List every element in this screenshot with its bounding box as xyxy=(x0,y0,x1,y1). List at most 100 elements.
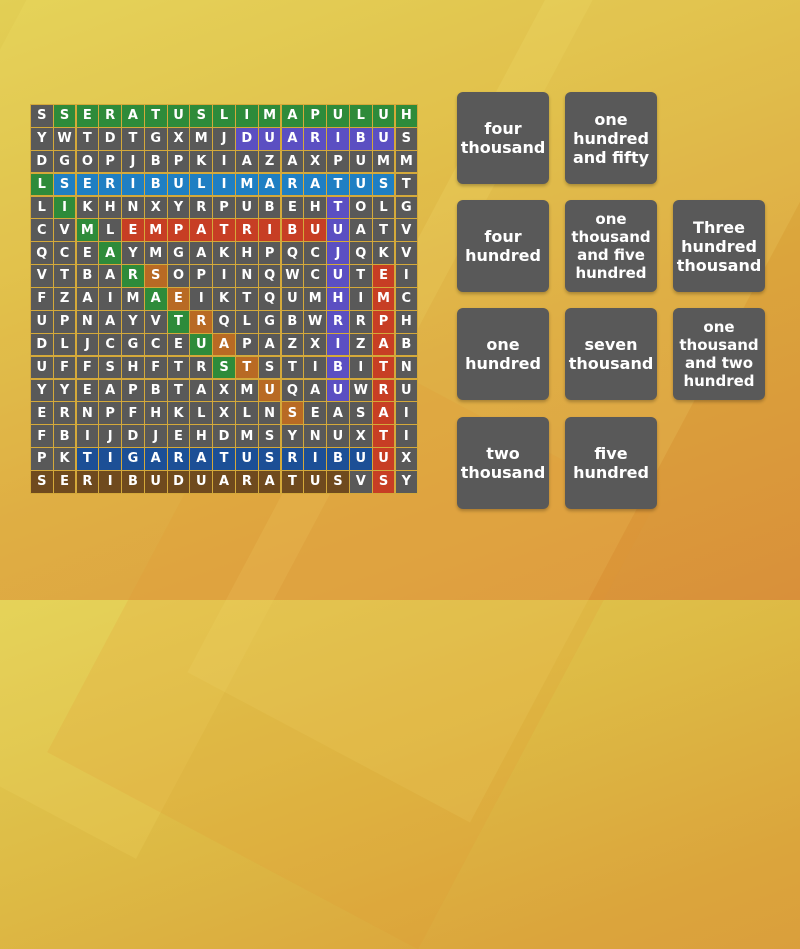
grid-cell[interactable]: T xyxy=(372,425,395,447)
grid-cell[interactable]: P xyxy=(99,150,121,173)
grid-cell[interactable]: M xyxy=(236,425,258,447)
grid-cell[interactable]: U xyxy=(304,219,326,242)
grid-cell[interactable]: T xyxy=(167,379,190,402)
grid-cell[interactable]: P xyxy=(122,379,144,402)
grid-cell[interactable]: R xyxy=(236,219,258,242)
grid-cell[interactable]: U xyxy=(327,105,349,127)
grid-cell[interactable]: R xyxy=(281,173,304,196)
grid-cell[interactable]: P xyxy=(304,105,326,127)
grid-cell[interactable]: A xyxy=(304,379,326,402)
grid-cell[interactable]: N xyxy=(76,402,99,425)
grid-cell[interactable]: T xyxy=(167,356,190,379)
grid-cell[interactable]: H xyxy=(395,105,418,127)
grid-cell[interactable]: W xyxy=(304,310,326,333)
grid-cell[interactable]: A xyxy=(76,288,99,310)
grid-cell[interactable]: E xyxy=(53,471,76,493)
grid-cell[interactable]: E xyxy=(76,105,99,127)
grid-cell[interactable]: M xyxy=(144,219,167,242)
grid-cell[interactable]: B xyxy=(53,425,76,447)
grid-cell[interactable]: G xyxy=(144,127,167,150)
grid-cell[interactable]: E xyxy=(76,242,99,264)
grid-cell[interactable]: W xyxy=(349,379,372,402)
grid-cell[interactable]: L xyxy=(349,105,372,127)
grid-cell[interactable]: E xyxy=(122,219,144,242)
grid-cell[interactable]: R xyxy=(327,310,349,333)
grid-cell[interactable]: U xyxy=(327,425,349,447)
grid-cell[interactable]: R xyxy=(236,471,258,493)
grid-cell[interactable]: T xyxy=(327,173,349,196)
grid-cell[interactable]: U xyxy=(349,150,372,173)
grid-cell[interactable]: F xyxy=(31,288,53,310)
grid-cell[interactable]: V xyxy=(31,265,53,287)
grid-cell[interactable]: D xyxy=(236,127,258,150)
grid-cell[interactable]: I xyxy=(213,150,235,173)
grid-cell[interactable]: K xyxy=(190,150,213,173)
grid-cell[interactable]: T xyxy=(236,356,258,379)
grid-cell[interactable]: S xyxy=(258,356,281,379)
grid-cell[interactable]: S xyxy=(213,356,235,379)
grid-cell[interactable]: S xyxy=(53,173,76,196)
grid-cell[interactable]: I xyxy=(327,127,349,150)
grid-cell[interactable]: B xyxy=(258,196,281,219)
grid-cell[interactable]: N xyxy=(304,425,326,447)
grid-cell[interactable]: D xyxy=(31,333,53,356)
grid-cell[interactable]: X xyxy=(213,379,235,402)
grid-cell[interactable]: K xyxy=(167,402,190,425)
grid-cell[interactable]: A xyxy=(99,265,121,287)
grid-cell[interactable]: S xyxy=(31,471,53,493)
grid-cell[interactable]: T xyxy=(167,310,190,333)
grid-cell[interactable]: T xyxy=(327,196,349,219)
grid-cell[interactable]: U xyxy=(372,105,395,127)
grid-cell[interactable]: Q xyxy=(281,379,304,402)
grid-cell[interactable]: J xyxy=(213,127,235,150)
grid-cell[interactable]: H xyxy=(236,242,258,264)
grid-cell[interactable]: P xyxy=(327,150,349,173)
grid-cell[interactable]: S xyxy=(281,402,304,425)
grid-cell[interactable]: R xyxy=(372,379,395,402)
grid-cell[interactable]: B xyxy=(76,265,99,287)
grid-cell[interactable]: U xyxy=(372,127,395,150)
grid-cell[interactable]: U xyxy=(395,379,418,402)
grid-cell[interactable]: U xyxy=(236,448,258,470)
grid-cell[interactable]: R xyxy=(281,448,304,470)
grid-cell[interactable]: A xyxy=(99,242,121,264)
grid-cell[interactable]: C xyxy=(304,265,326,287)
grid-cell[interactable]: I xyxy=(213,173,235,196)
grid-cell[interactable]: Q xyxy=(349,242,372,264)
grid-cell[interactable]: M xyxy=(236,173,258,196)
grid-cell[interactable]: P xyxy=(372,310,395,333)
grid-cell[interactable]: Q xyxy=(31,242,53,264)
grid-cell[interactable]: X xyxy=(395,448,418,470)
grid-cell[interactable]: S xyxy=(395,127,418,150)
grid-cell[interactable]: C xyxy=(99,333,121,356)
grid-cell[interactable]: P xyxy=(99,402,121,425)
grid-cell[interactable]: P xyxy=(236,333,258,356)
grid-cell[interactable]: L xyxy=(213,105,235,127)
grid-cell[interactable]: K xyxy=(76,196,99,219)
grid-cell[interactable]: A xyxy=(122,105,144,127)
grid-cell[interactable]: Y xyxy=(395,471,418,493)
answer-card[interactable]: seven thousand xyxy=(565,308,657,400)
grid-cell[interactable]: E xyxy=(304,402,326,425)
answer-card[interactable]: one hundred and fifty xyxy=(565,92,657,184)
grid-cell[interactable]: U xyxy=(144,471,167,493)
answer-card[interactable]: one thousand and two hundred xyxy=(673,308,765,400)
grid-cell[interactable]: X xyxy=(213,402,235,425)
grid-cell[interactable]: H xyxy=(99,196,121,219)
grid-cell[interactable]: I xyxy=(213,265,235,287)
grid-cell[interactable]: B xyxy=(281,219,304,242)
grid-cell[interactable]: G xyxy=(122,333,144,356)
grid-cell[interactable]: R xyxy=(76,471,99,493)
grid-cell[interactable]: P xyxy=(167,219,190,242)
grid-cell[interactable]: C xyxy=(31,219,53,242)
grid-cell[interactable]: K xyxy=(213,288,235,310)
grid-cell[interactable]: L xyxy=(236,402,258,425)
grid-cell[interactable]: G xyxy=(53,150,76,173)
grid-cell[interactable]: U xyxy=(349,448,372,470)
grid-cell[interactable]: Q xyxy=(281,242,304,264)
grid-cell[interactable]: J xyxy=(122,150,144,173)
grid-cell[interactable]: X xyxy=(304,333,326,356)
grid-cell[interactable]: S xyxy=(327,471,349,493)
grid-cell[interactable]: S xyxy=(31,105,53,127)
grid-cell[interactable]: X xyxy=(144,196,167,219)
